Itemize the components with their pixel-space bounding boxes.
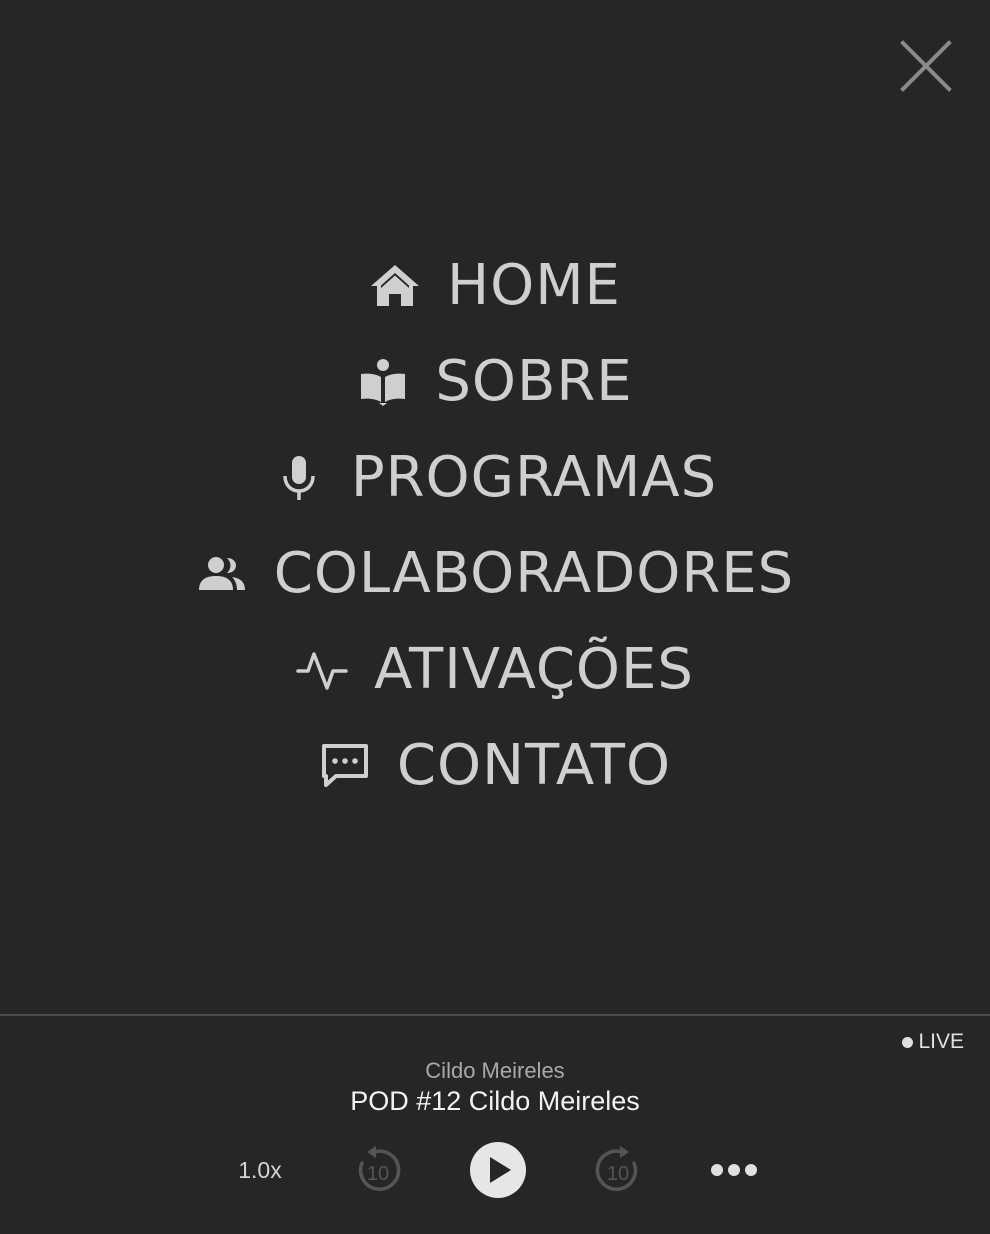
menu-item-ativacoes[interactable]: ATIVAÇÕES: [296, 622, 694, 718]
open-book-icon: [357, 356, 409, 408]
rewind-10-icon: 10: [358, 1146, 401, 1191]
skip-back-seconds: 10: [367, 1163, 389, 1185]
menu-item-sobre[interactable]: SOBRE: [357, 334, 632, 430]
track-title: POD #12 Cildo Meireles: [350, 1086, 640, 1116]
artist-name: Cildo Meireles: [425, 1058, 565, 1083]
play-button[interactable]: [468, 1138, 528, 1202]
menu-item-contato[interactable]: CONTATO: [319, 718, 671, 814]
player-controls: 1.0x 10 10: [0, 1138, 990, 1202]
menu-item-label: CONTATO: [396, 733, 672, 798]
menu-overlay: HOME SOBRE PROGRAMAS COLABORADORES ATIVA…: [0, 0, 990, 1234]
play-icon: [470, 1142, 526, 1198]
activity-icon: [296, 644, 348, 696]
menu-item-label: COLABORADORES: [273, 541, 795, 606]
skip-forward-seconds: 10: [607, 1163, 629, 1185]
menu-item-label: PROGRAMAS: [350, 445, 718, 510]
menu-item-programas[interactable]: PROGRAMAS: [273, 430, 717, 526]
chat-bubble-icon: [319, 740, 371, 792]
audio-player: LIVE Cildo Meireles POD #12 Cildo Meirel…: [0, 1014, 990, 1234]
home-icon: [369, 260, 421, 312]
menu-item-colaboradores[interactable]: COLABORADORES: [196, 526, 794, 622]
menu-item-label: HOME: [447, 253, 621, 318]
main-menu: HOME SOBRE PROGRAMAS COLABORADORES ATIVA…: [0, 238, 990, 814]
menu-item-home[interactable]: HOME: [369, 238, 621, 334]
menu-item-label: ATIVAÇÕES: [374, 637, 694, 702]
live-dot-icon: [902, 1036, 914, 1048]
close-icon: [900, 40, 952, 92]
playback-speed-button[interactable]: 1.0x: [226, 1138, 294, 1202]
live-label: LIVE: [918, 1030, 964, 1053]
forward-10-icon: 10: [595, 1146, 638, 1191]
menu-item-label: SOBRE: [435, 349, 633, 414]
people-icon: [196, 548, 248, 600]
close-button[interactable]: [898, 38, 954, 94]
more-options-button[interactable]: [706, 1138, 762, 1202]
live-indicator[interactable]: LIVE: [902, 1030, 964, 1054]
more-dots-icon: [711, 1164, 757, 1176]
microphone-icon: [273, 452, 325, 504]
skip-back-button[interactable]: 10: [350, 1138, 404, 1202]
skip-forward-button[interactable]: 10: [592, 1138, 646, 1202]
